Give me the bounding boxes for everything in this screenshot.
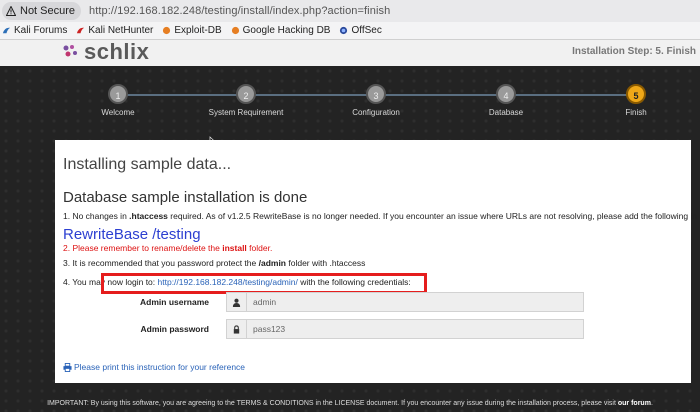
bookmark-label: OffSec (351, 25, 382, 36)
instruction-text: 2. Please remember to rename/delete the (63, 243, 223, 253)
step-system-requirement: 2 System Requirement (186, 84, 306, 117)
lock-icon-box (226, 319, 247, 339)
bookmark-label: Exploit-DB (174, 25, 222, 36)
step-label: Configuration (352, 108, 400, 117)
schlix-logo: schlix (62, 39, 150, 64)
installing-heading: Installing sample data... (63, 156, 232, 173)
highlight-annotation-box (101, 273, 427, 294)
instruction-text: 3. It is recommended that you password p… (63, 258, 259, 268)
footer-text: IMPORTANT: By using this software, you a… (47, 400, 618, 407)
offsec-icon (340, 26, 348, 35)
admin-password-field[interactable]: pass123 (246, 319, 584, 339)
step-number: 1 (108, 84, 128, 104)
step-welcome: 1 Welcome (58, 84, 178, 117)
license-footer: IMPORTANT: By using this software, you a… (0, 400, 700, 407)
logo-text: schlix (84, 39, 150, 64)
step-number: 4 (496, 84, 516, 104)
bookmark-google-hacking-db[interactable]: Google Hacking DB (231, 25, 331, 36)
step-number: 5 (626, 84, 646, 104)
instruction-text: folder with .htaccess (286, 258, 366, 268)
step-label: Finish (625, 108, 647, 117)
kali-dragon-icon (77, 27, 85, 34)
print-instruction-link[interactable]: Please print this instruction for your r… (63, 362, 245, 372)
bookmark-exploit-db[interactable]: Exploit-DB (162, 25, 222, 36)
admin-password-row: Admin password pass123 (55, 319, 691, 339)
step-label: System Requirement (208, 108, 284, 117)
bookmarks-bar: Kali Forums Kali NetHunter Exploit-DB Go… (0, 22, 700, 40)
step-number: 3 (366, 84, 386, 104)
instruction-bold: .htaccess (129, 211, 168, 221)
instruction-text: folder. (246, 243, 273, 253)
instruction-3: 3. It is recommended that you password p… (63, 258, 365, 268)
instruction-text: 1. No changes in (63, 211, 130, 221)
site-security-indicator[interactable]: Not Secure (2, 2, 82, 20)
admin-password-label: Admin password (140, 324, 209, 334)
url-field[interactable]: http://192.168.182.248/testing/install/i… (89, 5, 390, 17)
exploit-db-icon (163, 26, 171, 35)
step-database: 4 Database (446, 84, 566, 117)
not-secure-label: Not Secure (20, 5, 76, 17)
installer-header: schlix Installation Step: 5. Finish (0, 40, 700, 66)
bookmark-offsec[interactable]: OffSec (339, 25, 382, 36)
bookmark-label: Google Hacking DB (242, 25, 331, 36)
exploit-db-icon (231, 26, 239, 35)
kali-dragon-icon (2, 27, 11, 34)
installation-step-title: Installation Step: 5. Finish (572, 46, 696, 57)
instruction-bold: install (222, 243, 247, 253)
lock-icon (233, 324, 240, 334)
schlix-logo-icon (63, 45, 77, 57)
instruction-1: 1. No changes in .htaccess required. As … (63, 211, 700, 221)
step-label: Database (488, 108, 524, 117)
user-icon (232, 298, 241, 307)
bookmark-label: Kali Forums (14, 25, 68, 36)
forum-link[interactable]: our forum (618, 400, 651, 407)
step-label: Welcome (101, 108, 135, 117)
bookmark-kali-forums[interactable]: Kali Forums (2, 25, 67, 36)
instruction-bold: /admin (258, 258, 287, 268)
warning-icon (6, 6, 16, 16)
user-icon-box (226, 292, 247, 312)
print-link-text: Please print this instruction for your r… (74, 362, 246, 372)
instruction-2: 2. Please remember to rename/delete the … (63, 243, 272, 253)
step-configuration: 3 Configuration (316, 84, 436, 117)
rewrite-base-text: RewriteBase /testing (63, 226, 201, 243)
done-heading: Database sample installation is done (63, 189, 308, 206)
browser-address-bar: Not Secure http://192.168.182.248/testin… (0, 0, 700, 22)
footer-end: . (650, 400, 653, 407)
step-finish: 5 Finish (576, 84, 696, 117)
install-result-card: Installing sample data... Database sampl… (55, 140, 700, 383)
bookmark-label: Kali NetHunter (88, 25, 154, 36)
print-icon (63, 362, 72, 372)
admin-username-row: Admin username admin (55, 292, 691, 312)
admin-username-label: Admin username (140, 297, 209, 307)
admin-username-field[interactable]: admin (246, 292, 584, 312)
step-number: 2 (236, 84, 256, 104)
instruction-text: required. As of v1.2.5 RewriteBase is no… (167, 211, 700, 221)
bookmark-kali-nethunter[interactable]: Kali NetHunter (76, 25, 153, 36)
